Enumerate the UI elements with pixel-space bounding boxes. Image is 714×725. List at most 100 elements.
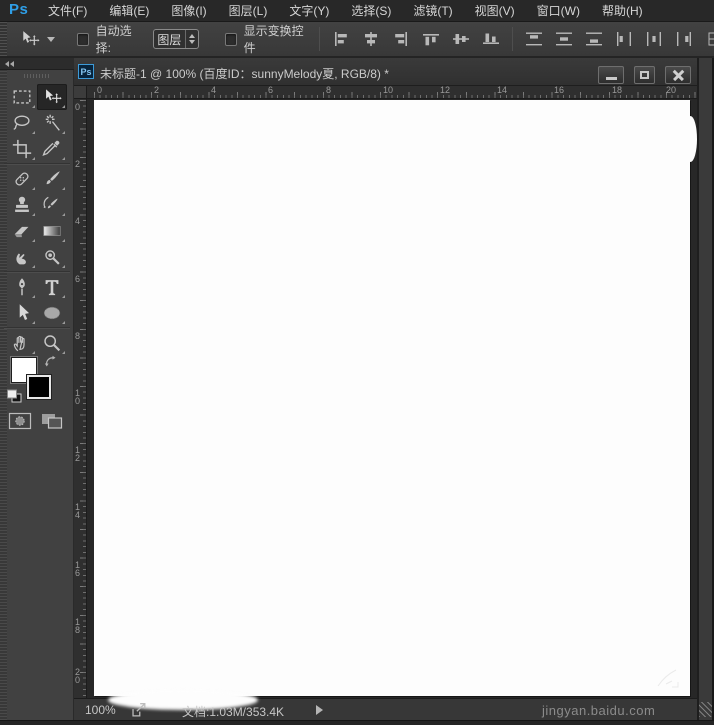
dodge-tool-button[interactable] <box>37 244 67 270</box>
h-ruler-label: 14 <box>497 86 508 95</box>
align-left-edges-icon[interactable] <box>332 31 350 47</box>
move-icon <box>46 89 62 104</box>
options-bar-grip[interactable] <box>0 22 7 56</box>
menu-bar: Ps 文件(F) 编辑(E) 图像(I) 图层(L) 文字(Y) 选择(S) 滤… <box>0 0 714 22</box>
menu-filter[interactable]: 滤镜(T) <box>402 0 463 22</box>
v-ruler-label: 12 <box>75 445 81 463</box>
auto-select-checkbox[interactable] <box>76 32 89 46</box>
v-ruler-label: 8 <box>75 331 81 341</box>
canvas-edge-artifact <box>684 116 697 162</box>
align-bottom-edges-icon[interactable] <box>482 31 500 47</box>
screen-mode-button[interactable] <box>40 412 64 430</box>
h-ruler-label: 18 <box>612 86 623 95</box>
distribute-left-edges-icon[interactable] <box>615 31 633 47</box>
history-brush-tool-button[interactable] <box>37 192 67 218</box>
marquee-tool-button[interactable] <box>7 84 37 110</box>
eyedropper-tool-button[interactable] <box>37 136 67 162</box>
zoom-tool-button[interactable] <box>37 330 67 356</box>
clipped-option-icon[interactable] <box>707 31 714 47</box>
gradient-tool-button[interactable] <box>37 218 67 244</box>
ruler-origin-corner[interactable] <box>74 86 87 99</box>
default-colors-icon[interactable] <box>6 389 23 404</box>
distribute-bottom-edges-icon[interactable] <box>585 31 603 47</box>
v-ruler-label: 6 <box>75 274 81 284</box>
photoshop-window: Ps 文件(F) 编辑(E) 图像(I) 图层(L) 文字(Y) 选择(S) 滤… <box>0 0 714 725</box>
maximize-icon <box>640 71 649 79</box>
eraser-tool-button[interactable] <box>7 218 37 244</box>
mode-buttons <box>0 412 74 432</box>
menu-image[interactable]: 图像(I) <box>160 0 217 22</box>
distribute-horizontal-centers-icon[interactable] <box>645 31 663 47</box>
right-dock-edge <box>697 58 714 720</box>
h-ruler-label: 10 <box>383 86 394 95</box>
maximize-button[interactable] <box>634 66 655 84</box>
tool-preset-caret-icon[interactable] <box>46 36 55 42</box>
align-horizontal-centers-icon[interactable] <box>362 31 380 47</box>
minimize-icon <box>606 77 617 80</box>
healing-brush-tool-button[interactable] <box>7 166 37 192</box>
color-swatches <box>0 355 74 417</box>
close-button[interactable] <box>665 66 691 84</box>
v-ruler-label: 16 <box>75 560 81 578</box>
menu-select[interactable]: 选择(S) <box>340 0 402 22</box>
ellipse-tool-button[interactable] <box>37 300 67 326</box>
v-ruler-label: 20 <box>75 667 81 685</box>
menu-type[interactable]: 文字(Y) <box>278 0 340 22</box>
collapse-panel-icon[interactable] <box>5 61 14 67</box>
path-select-tool-button[interactable] <box>7 300 37 326</box>
history-brush-icon <box>43 196 58 209</box>
document-area: 0 2 4 6 8 10 12 14 16 18 20 0 2 4 6 8 10… <box>74 86 697 698</box>
h-ruler-label: 20 <box>666 86 677 95</box>
menu-window[interactable]: 窗口(W) <box>526 0 591 22</box>
quick-mask-button[interactable] <box>8 412 32 430</box>
smudge-tool-button[interactable] <box>7 244 37 270</box>
ellipse-icon <box>43 306 61 320</box>
background-color-swatch[interactable] <box>27 375 51 399</box>
h-ruler-label: 0 <box>97 86 103 95</box>
swap-colors-icon[interactable] <box>44 355 57 368</box>
dropdown-stepper-icon[interactable] <box>184 30 198 48</box>
canvas[interactable] <box>94 100 690 696</box>
photoshop-logo: Ps <box>9 1 29 18</box>
menu-layer[interactable]: 图层(L) <box>218 0 279 22</box>
crop-tool-button[interactable] <box>7 136 37 162</box>
minimize-button[interactable] <box>598 66 624 84</box>
hand-icon <box>13 335 25 352</box>
options-separator <box>512 27 513 51</box>
align-top-edges-icon[interactable] <box>422 31 440 47</box>
zoom-level-field[interactable]: 100% <box>85 703 116 717</box>
distribute-vertical-centers-icon[interactable] <box>555 31 573 47</box>
menu-file[interactable]: 文件(F) <box>37 0 98 22</box>
hand-tool-button[interactable] <box>7 330 37 356</box>
tool-panel-grip[interactable] <box>24 74 50 78</box>
tool-separator <box>4 271 70 273</box>
menu-edit[interactable]: 编辑(E) <box>98 0 160 22</box>
v-ruler-label: 0 <box>75 102 81 112</box>
brush-tool-button[interactable] <box>37 166 67 192</box>
resize-grip[interactable] <box>699 702 712 717</box>
document-size-info[interactable]: 文档:1.03M/353.4K <box>182 703 284 720</box>
align-buttons <box>320 27 714 51</box>
menu-view[interactable]: 视图(V) <box>464 0 526 22</box>
align-right-edges-icon[interactable] <box>392 31 410 47</box>
document-window: Ps 未标题-1 @ 100% (百度ID：sunnyMelody夏, RGB/… <box>74 58 697 720</box>
document-title-bar[interactable]: Ps 未标题-1 @ 100% (百度ID：sunnyMelody夏, RGB/… <box>74 58 697 86</box>
menu-help[interactable]: 帮助(H) <box>591 0 654 22</box>
auto-select-target-dropdown[interactable]: 图层 <box>152 29 199 49</box>
align-vertical-centers-icon[interactable] <box>452 31 470 47</box>
lasso-tool-button[interactable] <box>7 110 37 136</box>
horizontal-ruler[interactable]: 0 2 4 6 8 10 12 14 16 18 20 <box>87 86 697 99</box>
clone-stamp-tool-button[interactable] <box>7 192 37 218</box>
share-icon[interactable] <box>130 702 147 718</box>
type-tool-button[interactable] <box>37 274 67 300</box>
distribute-right-edges-icon[interactable] <box>675 31 693 47</box>
h-ruler-label: 8 <box>326 86 332 95</box>
path-select-icon <box>19 304 30 320</box>
magic-wand-tool-button[interactable] <box>37 110 67 136</box>
distribute-top-edges-icon[interactable] <box>525 31 543 47</box>
show-transform-checkbox[interactable] <box>224 32 237 46</box>
status-menu-arrow-icon[interactable] <box>316 705 323 715</box>
move-tool-button[interactable] <box>37 84 67 110</box>
pen-tool-button[interactable] <box>7 274 37 300</box>
vertical-ruler[interactable]: 0 2 4 6 8 10 12 14 16 18 20 <box>74 99 87 698</box>
